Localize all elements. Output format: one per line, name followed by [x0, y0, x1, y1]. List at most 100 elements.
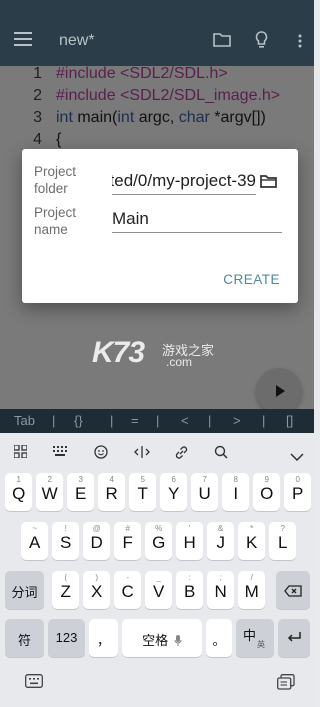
key-label: J — [216, 533, 225, 552]
key-c[interactable]: -C — [114, 571, 142, 609]
key-h[interactable]: ' H — [176, 522, 204, 560]
language-switch-key[interactable]: 中 英 — [236, 619, 274, 657]
key-alt-label: : — [188, 573, 191, 582]
more-vert-icon[interactable] — [298, 34, 302, 53]
key-x[interactable]: ) X — [83, 571, 111, 609]
key-label: U — [198, 484, 211, 503]
folder-browse-icon[interactable] — [260, 175, 277, 193]
code-token: char — [178, 109, 215, 126]
key-i[interactable]: 8I — [222, 473, 250, 511]
number-key[interactable]: 123 — [48, 619, 85, 657]
enter-key[interactable] — [278, 619, 310, 657]
key-t[interactable]: 5T — [129, 473, 157, 511]
key-q[interactable]: 1Q — [5, 473, 33, 511]
code-token: #include <SDL2/SDL_image.h> — [56, 87, 281, 104]
key-m[interactable]: / M — [238, 571, 266, 609]
search-icon[interactable] — [214, 445, 228, 462]
key-label: X — [91, 582, 103, 601]
key-n[interactable]: ; N — [207, 571, 235, 609]
key-label: V — [153, 582, 165, 601]
key-p[interactable]: 0P — [284, 473, 312, 511]
symbol-key[interactable]: = — [131, 413, 139, 428]
keyboard-toolbar — [0, 433, 314, 471]
cursor-move-icon[interactable] — [134, 445, 150, 462]
line-number: 2 — [33, 87, 42, 104]
space-key[interactable]: 空格 — [122, 619, 202, 657]
keyboard-layout-icon[interactable] — [53, 445, 69, 461]
enter-icon — [287, 631, 302, 649]
symbol-key[interactable]: 符 — [5, 619, 44, 657]
project-folder-field[interactable]: /storage/emulated/0/my-project-39 — [112, 169, 256, 195]
backspace-icon — [284, 584, 302, 602]
run-button[interactable] — [256, 368, 302, 414]
key-g[interactable]: % G — [145, 522, 173, 560]
key-label: F — [122, 533, 133, 552]
key-o[interactable]: 9O — [253, 473, 281, 511]
key-v[interactable]: _ V — [145, 571, 173, 609]
key-alt-label: # — [125, 524, 130, 533]
symbol-key[interactable]: < — [181, 413, 189, 428]
symbol-key[interactable]: Tab — [14, 413, 35, 428]
key-s[interactable]: ! S — [52, 522, 80, 560]
key-e[interactable]: 3E — [67, 473, 95, 511]
key-a[interactable]: ~ A — [21, 522, 49, 560]
key-f[interactable]: # F — [114, 522, 142, 560]
emoji-icon[interactable] — [94, 445, 108, 462]
space-label-text: 空格 — [142, 633, 169, 648]
symbol-key[interactable]: {} — [74, 413, 83, 428]
code-line[interactable]: 2 #include <SDL2/SDL_image.h> — [0, 87, 314, 109]
key-alt-label: 9 — [264, 475, 269, 484]
link-icon[interactable] — [174, 445, 189, 463]
symbol-key[interactable]: > — [233, 413, 241, 428]
key-alt-label: 5 — [140, 475, 145, 484]
key-l[interactable]: ? L — [269, 522, 297, 560]
new-project-dialog: Project folder /storage/emulated/0/my-pr… — [22, 149, 298, 303]
code-line[interactable]: 1 #include <SDL2/SDL.h> — [0, 65, 314, 87]
chevron-down-icon[interactable] — [290, 448, 304, 464]
folder-icon[interactable] — [213, 33, 231, 52]
code-token: int — [117, 109, 139, 126]
lightbulb-icon[interactable] — [255, 31, 268, 54]
key-alt-label: * — [250, 524, 254, 533]
keyboard-icon[interactable] — [25, 674, 43, 693]
key-b[interactable]: :B — [176, 571, 204, 609]
symbol-key[interactable]: [] — [286, 413, 293, 428]
segment-key[interactable]: 分词 — [5, 571, 44, 609]
grid-icon[interactable] — [13, 444, 28, 461]
code-line[interactable]: 3 int main(int argc, char *argv[]) — [0, 109, 314, 131]
project-name-field[interactable]: Main — [112, 207, 282, 233]
key-k[interactable]: * K — [238, 522, 266, 560]
key-u[interactable]: 7U — [191, 473, 219, 511]
key-r[interactable]: 4R — [98, 473, 126, 511]
code-token: *argv[]) — [214, 109, 266, 126]
line-number: 3 — [33, 109, 42, 126]
code-token: #include <SDL2/SDL.h> — [56, 65, 228, 82]
lang-main-label: 中 — [243, 628, 257, 643]
app-bar: new* — [0, 0, 314, 66]
key-alt-label: 3 — [78, 475, 83, 484]
key-label: L — [277, 533, 288, 552]
watermark-com: .com — [166, 355, 193, 369]
project-name-value: Main — [112, 209, 149, 228]
symbol-separator: | — [262, 413, 266, 428]
symbol-bar: Tab | {} | = | < | > | [] — [0, 409, 314, 433]
menu-icon[interactable] — [14, 32, 32, 51]
key-j[interactable]: & J — [207, 522, 235, 560]
key-d[interactable]: @ D — [83, 522, 111, 560]
key-label: N — [214, 582, 227, 601]
period-key[interactable]: 。 — [206, 619, 232, 657]
key-w[interactable]: 2W — [36, 473, 64, 511]
create-button[interactable]: CREATE — [223, 272, 280, 287]
comma-key[interactable]: ， — [89, 619, 118, 657]
key-label: T — [137, 484, 148, 503]
clipboard-icon[interactable] — [277, 674, 295, 695]
space-key-label: 空格 — [122, 630, 202, 650]
soft-keyboard: 1Q2W3E4R5T6Y7U8I9O0P ~ A! S @ D # F% G ' H & J * K? L … — [0, 433, 314, 707]
key-label: P — [292, 484, 304, 503]
project-folder-value: /storage/emulated/0/my-project-39 — [112, 171, 256, 190]
key-y[interactable]: 6Y — [160, 473, 188, 511]
backspace-key[interactable] — [276, 571, 310, 609]
lang-sub-label: 英 — [257, 640, 265, 649]
key-z[interactable]: (Z — [52, 571, 80, 609]
key-label: W — [41, 484, 58, 503]
